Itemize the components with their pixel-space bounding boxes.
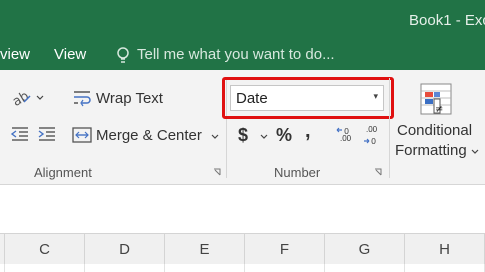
alignment-dialog-launcher-icon[interactable]	[213, 168, 221, 176]
ribbon-tab-bar: view View Tell me what you want to do...	[0, 42, 485, 70]
column-header-d[interactable]: D	[85, 234, 165, 264]
grid-row	[0, 264, 485, 272]
orientation-icon: ab	[10, 89, 44, 110]
conditional-formatting-label-2: Formatting	[395, 142, 467, 159]
increase-indent-button[interactable]	[37, 125, 57, 143]
svg-text:≠: ≠	[435, 104, 443, 115]
tell-me-text: Tell me what you want to do...	[137, 46, 335, 63]
accounting-format-button[interactable]: $	[236, 125, 272, 147]
comma-style-button[interactable]: ,	[305, 120, 311, 143]
conditional-formatting-icon: ≠	[420, 83, 452, 115]
number-dialog-launcher-icon[interactable]	[374, 168, 382, 176]
column-header-f[interactable]: F	[245, 234, 325, 264]
ribbon: ab Wrap Text Merge & Center Alignment Da…	[0, 70, 485, 185]
orientation-button[interactable]: ab	[10, 88, 46, 110]
grid-cell[interactable]	[405, 264, 485, 272]
currency-icon: $	[238, 125, 249, 145]
decrease-decimal-label: .00	[366, 125, 378, 134]
group-divider	[389, 78, 390, 178]
grid-cell[interactable]	[85, 264, 165, 272]
wrap-text-icon	[74, 91, 91, 107]
alignment-group-label: Alignment	[34, 165, 92, 180]
grid-cell[interactable]	[5, 264, 85, 272]
decrease-decimal-button[interactable]: .00 0	[362, 125, 384, 147]
conditional-formatting-label-1: Conditional	[397, 122, 473, 139]
wrap-text-label: Wrap Text	[96, 90, 163, 107]
grid-cell[interactable]	[245, 264, 325, 272]
merge-center-label: Merge & Center	[96, 127, 202, 144]
decrease-indent-button[interactable]	[10, 125, 30, 143]
chevron-down-icon	[471, 149, 479, 154]
column-header-c[interactable]: C	[5, 234, 85, 264]
wrap-text-button[interactable]: Wrap Text	[72, 88, 168, 110]
formula-bar-area	[0, 185, 485, 233]
increase-decimal-label: .00	[340, 134, 352, 143]
column-header-h[interactable]: H	[405, 234, 485, 264]
svg-text:0: 0	[371, 137, 376, 146]
number-group-label: Number	[274, 165, 321, 180]
highlight-box	[222, 77, 394, 119]
title-bar: Book1 - Exc	[0, 0, 485, 42]
increase-decimal-button[interactable]: 0 .00	[336, 125, 358, 147]
merge-center-button[interactable]: Merge & Center	[72, 125, 222, 147]
increase-indent-icon	[38, 127, 55, 141]
column-header-g[interactable]: G	[325, 234, 405, 264]
tab-review[interactable]: view	[0, 46, 30, 63]
column-headers: C D E F G H	[0, 233, 485, 265]
grid-cell[interactable]	[165, 264, 245, 272]
decrease-indent-icon	[10, 127, 28, 141]
window-title: Book1 - Exc	[409, 12, 485, 29]
column-header-e[interactable]: E	[165, 234, 245, 264]
tab-view[interactable]: View	[54, 46, 86, 63]
merge-center-icon	[72, 127, 92, 143]
lightbulb-icon	[117, 47, 129, 63]
chevron-down-icon	[260, 134, 268, 139]
grid-cell[interactable]	[325, 264, 405, 272]
chevron-down-icon	[211, 134, 219, 139]
percent-style-button[interactable]: %	[276, 125, 292, 146]
conditional-formatting-button[interactable]: ≠ Conditional Formatting	[393, 82, 483, 162]
